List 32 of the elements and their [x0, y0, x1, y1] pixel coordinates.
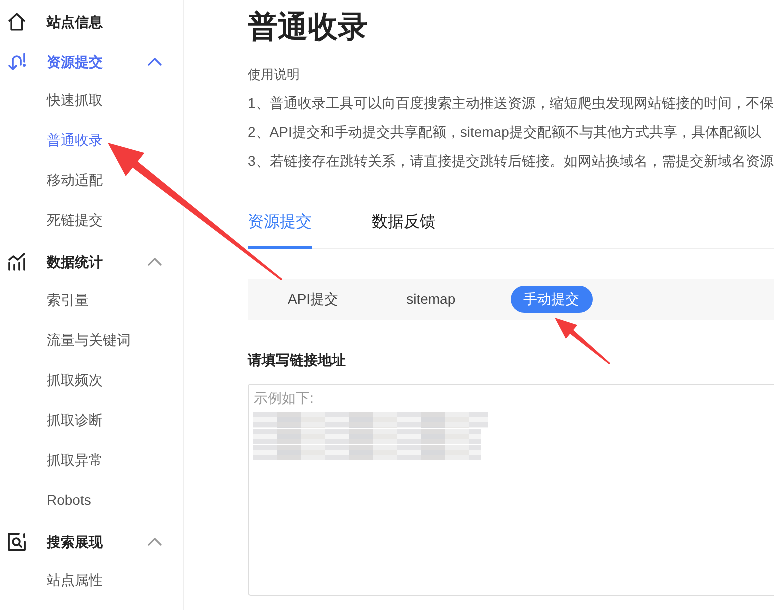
sidebar-item[interactable]: 流量与关键词	[0, 320, 183, 360]
sidebar-section-header[interactable]: 站点信息	[0, 2, 183, 42]
sidebar-item[interactable]: 移动适配	[0, 160, 183, 200]
search-icon	[8, 533, 26, 551]
annotation-arrow	[555, 318, 610, 365]
home-icon	[8, 13, 26, 31]
instruction-line: 2、API提交和手动提交共享配额，sitemap提交配额不与其他方式共享，具体配额以	[248, 123, 762, 142]
url-input-field[interactable]: 示例如下:	[248, 384, 774, 596]
sidebar-item[interactable]: 索引量	[0, 280, 183, 320]
sidebar-section-header[interactable]: 搜索展现	[0, 522, 183, 562]
instructions-heading: 使用说明	[248, 66, 301, 84]
field-label: 请填写链接地址	[248, 351, 347, 370]
sidebar-section-header[interactable]: 数据统计	[0, 242, 183, 282]
sidebar-item[interactable]: 死链提交	[0, 200, 183, 240]
method-option[interactable]: 手动提交	[510, 286, 593, 313]
sidebar-item[interactable]: Robots	[0, 480, 183, 520]
page-title: 普通收录	[248, 10, 369, 46]
sidebar-section-header[interactable]: 资源提交	[0, 42, 183, 82]
sidebar-item[interactable]: 抓取频次	[0, 360, 183, 400]
tab[interactable]: 资源提交	[248, 212, 312, 249]
curved-arrow-icon	[8, 53, 26, 71]
method-option[interactable]: API提交	[275, 286, 352, 313]
sidebar-item[interactable]: 普通收录	[0, 120, 183, 160]
instruction-line: 3、若链接存在跳转关系，请直接提交跳转后链接。如网站换域名，需提交新域名资源	[248, 152, 774, 171]
sidebar-item[interactable]: 抓取诊断	[0, 400, 183, 440]
sidebar-item[interactable]: 抓取异常	[0, 440, 183, 480]
instruction-line: 1、普通收录工具可以向百度搜索主动推送资源，缩短爬虫发现网站链接的时间，不保	[248, 94, 774, 113]
tab[interactable]: 数据反馈	[372, 212, 436, 249]
chart-icon	[8, 253, 26, 271]
sidebar-item[interactable]: 站点属性	[0, 560, 183, 600]
sidebar-item[interactable]: 快速抓取	[0, 80, 183, 120]
method-option[interactable]: sitemap	[394, 286, 469, 313]
